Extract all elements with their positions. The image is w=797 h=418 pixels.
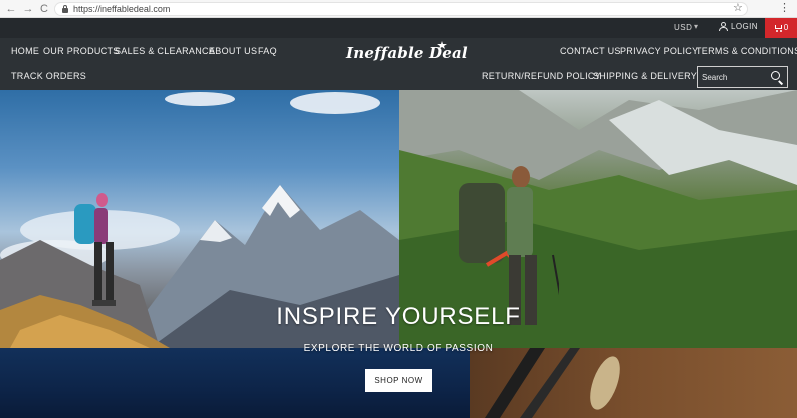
search-input[interactable] — [702, 72, 768, 83]
login-label: LOGIN — [731, 22, 758, 31]
nav-privacy-policy[interactable]: PRIVACY POLICY — [620, 46, 698, 57]
utility-bar: USD ▾ LOGIN 0 — [0, 18, 797, 38]
cart-count: 0 — [783, 23, 789, 32]
nav-shipping-delivery[interactable]: SHIPPING & DELIVERY — [593, 71, 697, 82]
chevron-down-icon[interactable]: ▾ — [694, 22, 698, 31]
currency-selector[interactable]: USD — [674, 23, 692, 32]
nav-home[interactable]: HOME — [11, 46, 39, 57]
nav-track-orders[interactable]: TRACK ORDERS — [11, 71, 86, 82]
browser-menu-icon[interactable]: ⋮ — [779, 1, 790, 15]
search-box — [697, 66, 788, 88]
search-icon[interactable] — [771, 71, 784, 85]
url-text: https://ineffabledeal.com — [73, 4, 171, 14]
gear-illustration — [485, 348, 620, 418]
login-link[interactable]: LOGIN — [719, 22, 758, 31]
shop-now-button[interactable]: SHOP NOW — [365, 369, 432, 392]
browser-toolbar: ← → C https://ineffabledeal.com ☆ ⋮ — [0, 0, 797, 18]
forward-arrow-icon[interactable]: → — [21, 2, 35, 16]
back-arrow-icon[interactable]: ← — [4, 2, 18, 16]
address-bar[interactable]: https://ineffabledeal.com — [54, 2, 748, 16]
user-icon — [719, 22, 728, 31]
nav-return-refund-policy[interactable]: RETURN/REFUND POLICY — [482, 71, 601, 82]
hero-title: INSPIRE YOURSELF — [276, 303, 521, 330]
reload-icon[interactable]: C — [37, 2, 51, 16]
nav-faq[interactable]: FAQ — [258, 46, 277, 57]
hiker-figure-left — [74, 193, 116, 306]
star-icon[interactable]: ☆ — [733, 1, 743, 15]
nav-about-us[interactable]: ABOUT US — [209, 46, 257, 57]
lock-icon — [62, 5, 68, 13]
site-header: USD ▾ LOGIN 0 HOME OUR PRODUCTS SALES & … — [0, 18, 797, 90]
logo-star-icon — [437, 41, 447, 49]
hero-image-gear — [470, 348, 797, 418]
hero-subtitle: EXPLORE THE WORLD OF PASSION — [303, 343, 494, 354]
site-logo[interactable]: Ineffable Deal — [346, 44, 468, 62]
nav-sales-clearance[interactable]: SALES & CLEARANCE — [115, 46, 215, 57]
nav-contact-us[interactable]: CONTACT US — [560, 46, 621, 57]
hero-banner: INSPIRE YOURSELF EXPLORE THE WORLD OF PA… — [0, 90, 797, 418]
cart-button[interactable]: 0 — [765, 18, 797, 38]
nav-terms-conditions[interactable]: TERMS & CONDITIONS — [696, 46, 797, 57]
cart-icon — [774, 24, 782, 32]
nav-our-products[interactable]: OUR PRODUCTS — [43, 46, 120, 57]
